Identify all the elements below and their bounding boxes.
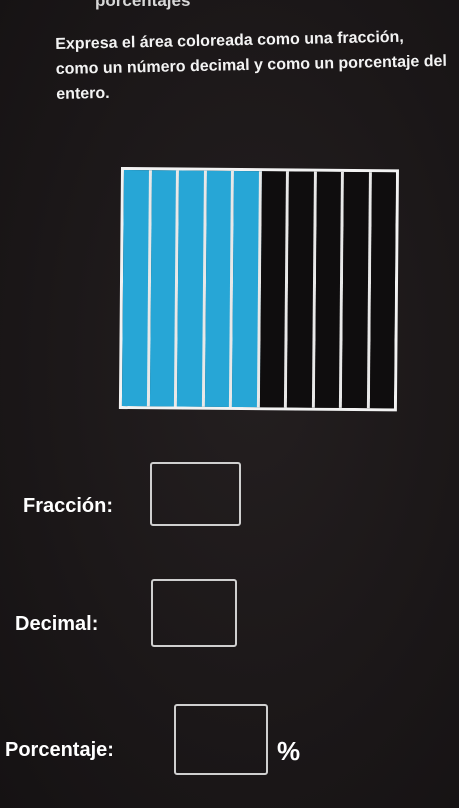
unshaded-strip [341,171,372,409]
percentage-answer-box[interactable] [174,704,268,775]
unshaded-strip [286,171,317,408]
shaded-strip [204,170,234,407]
percentage-label: Porcentaje: [5,739,114,761]
decimal-label: Decimal: [15,613,99,635]
fraction-answer-box[interactable] [150,462,241,526]
page-title: porcentajes [95,0,191,10]
shaded-strip [176,170,207,407]
shaded-strip [149,170,179,407]
worksheet-screen: porcentajes Expresa el área coloreada co… [0,0,459,808]
shaded-strip [231,170,262,408]
unshaded-strip [314,171,344,408]
fraction-label: Fracción: [23,495,114,517]
percent-sign: % [277,736,301,766]
shaded-strip [121,170,152,407]
area-model-figure [118,167,399,412]
unshaded-strip [369,172,396,409]
decimal-answer-box[interactable] [151,579,237,647]
unshaded-strip [259,171,289,408]
instructions-text: Expresa el área coloreada como una fracc… [55,28,448,103]
